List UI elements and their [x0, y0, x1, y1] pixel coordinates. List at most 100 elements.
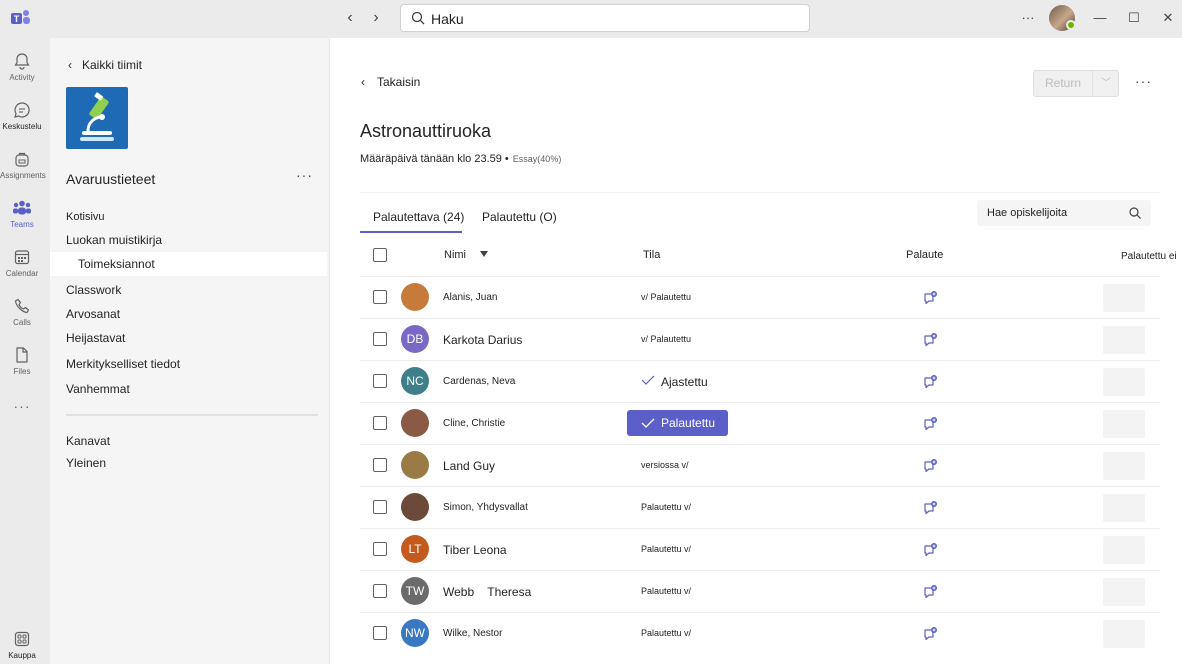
feedback-button[interactable]	[922, 542, 938, 561]
global-search[interactable]	[400, 4, 810, 32]
row-checkbox[interactable]	[373, 458, 387, 472]
row-checkbox[interactable]	[373, 584, 387, 598]
table-row[interactable]: NW Wilke, Nestor Palautettu v/	[360, 612, 1160, 654]
more-options-icon[interactable]: ···	[1018, 9, 1038, 27]
feedback-button[interactable]	[922, 332, 938, 351]
rail-item-calls[interactable]: Calls	[0, 291, 44, 339]
row-checkbox[interactable]	[373, 500, 387, 514]
rail-item-store[interactable]: Kauppa	[0, 624, 44, 664]
channel-item-grades[interactable]: Arvosanat	[50, 302, 327, 326]
student-search[interactable]	[977, 200, 1151, 226]
return-button[interactable]: Return ﹀	[1033, 70, 1119, 97]
table-row[interactable]: Simon, Yhdysvallat Palautettu v/	[360, 486, 1160, 528]
points-field[interactable]	[1103, 578, 1145, 606]
points-field[interactable]	[1103, 368, 1145, 396]
points-field[interactable]	[1103, 410, 1145, 438]
status-label: Palautettu	[661, 416, 716, 430]
minimize-icon[interactable]: —	[1090, 9, 1110, 27]
student-name[interactable]: Land Guy	[443, 459, 495, 473]
maximize-icon[interactable]: ☐	[1124, 9, 1144, 27]
feedback-button[interactable]	[922, 626, 938, 645]
feedback-icon	[924, 333, 937, 347]
student-name[interactable]: Tiber Leona	[443, 543, 507, 557]
rail-item-calendar[interactable]: Calendar	[0, 242, 44, 290]
student-avatar: TW	[401, 577, 429, 605]
forward-arrow-icon[interactable]: ›	[366, 9, 386, 27]
channel-item-home[interactable]: Kotisivu	[50, 205, 327, 229]
row-checkbox[interactable]	[373, 416, 387, 430]
points-field[interactable]	[1103, 326, 1145, 354]
row-checkbox[interactable]	[373, 290, 387, 304]
student-name[interactable]: Wilke, Nestor	[443, 628, 502, 639]
student-name[interactable]: Cardenas, Neva	[443, 376, 515, 387]
table-row[interactable]: TW Webb Theresa Palautettu v/	[360, 570, 1160, 612]
team-pane: ‹ Kaikki tiimit Avaruustieteet ··· Kotisi…	[50, 38, 330, 664]
student-search-input[interactable]	[987, 204, 1127, 222]
team-more-options-icon[interactable]: ···	[296, 167, 313, 183]
points-field[interactable]	[1103, 284, 1145, 312]
tab-returned[interactable]: Palautettu (O)	[482, 210, 557, 224]
tab-to-return[interactable]: Palautettava (24)	[373, 210, 464, 224]
rail-item-files[interactable]: Files	[0, 340, 44, 388]
channel-item-parents[interactable]: Vanhemmat	[50, 377, 327, 401]
rail-item-assignments[interactable]: Assignments	[0, 144, 46, 192]
feedback-button[interactable]	[922, 374, 938, 393]
channel-item-classwork[interactable]: Classwork	[50, 278, 327, 302]
chevron-down-icon[interactable]: ﹀	[1093, 71, 1119, 96]
points-field[interactable]	[1103, 494, 1145, 522]
feedback-button[interactable]	[922, 458, 938, 477]
feedback-button[interactable]	[922, 416, 938, 435]
row-checkbox[interactable]	[373, 542, 387, 556]
rail-label: Teams	[10, 220, 34, 229]
table-row[interactable]: DB Karkota Darius v/ Palautettu	[360, 318, 1160, 360]
table-row[interactable]: NC Cardenas, Neva Ajastettu	[360, 360, 1160, 402]
channel-item-reflect[interactable]: Heijastavat	[50, 326, 327, 350]
back-to-all-teams[interactable]: ‹ Kaikki tiimit	[68, 58, 142, 72]
row-checkbox[interactable]	[373, 626, 387, 640]
rail-item-chat[interactable]: Keskustelu	[0, 95, 44, 143]
category-tag: Essay(40%)	[512, 154, 562, 164]
row-checkbox[interactable]	[373, 332, 387, 346]
rail-item-teams[interactable]: Teams	[0, 193, 44, 241]
status-returned-button[interactable]: Palautettu	[627, 410, 728, 436]
feedback-icon	[924, 459, 937, 473]
assignment-title: Astronauttiruoka	[360, 121, 492, 141]
student-name[interactable]: Karkota Darius	[443, 333, 522, 347]
rail-item-activity[interactable]: Activity	[0, 46, 44, 94]
search-input[interactable]	[431, 10, 801, 28]
sort-down-icon[interactable]	[480, 251, 488, 257]
points-field[interactable]	[1103, 452, 1145, 480]
student-name[interactable]: Simon, Yhdysvallat	[443, 502, 528, 513]
back-arrow-icon[interactable]: ‹	[340, 9, 360, 27]
feedback-button[interactable]	[922, 500, 938, 519]
table-row[interactable]: Cline, Christie Palautettu	[360, 402, 1160, 444]
row-checkbox[interactable]	[373, 374, 387, 388]
student-name[interactable]: Cline, Christie	[443, 418, 505, 429]
teams-icon	[13, 200, 31, 215]
table-row[interactable]: LT Tiber Leona Palautettu v/	[360, 528, 1160, 570]
table-row[interactable]: Alanis, Juan v/ Palautettu	[360, 276, 1160, 318]
channel-item-assignments[interactable]: Toimeksiannot	[50, 252, 327, 276]
teams-logo-icon[interactable]: T	[10, 7, 32, 29]
student-name[interactable]: Alanis, Juan	[443, 292, 497, 303]
select-all-checkbox[interactable]	[373, 248, 387, 262]
student-name[interactable]: Webb Theresa	[443, 585, 531, 599]
table-row[interactable]: Land Guy versiossa v/	[360, 444, 1160, 486]
back-to-all-teams-label: Kaikki tiimit	[82, 58, 143, 72]
channel-item-insights[interactable]: Merkitykselliset tiedot	[50, 352, 327, 376]
column-header-name[interactable]: Nimi	[444, 249, 466, 261]
rail-more-icon[interactable]: ···	[0, 398, 44, 424]
back-button[interactable]: ‹ Takaisin	[361, 75, 420, 89]
section-channels[interactable]: Kanavat	[50, 429, 327, 453]
channel-item-general[interactable]: Yleinen	[50, 451, 327, 475]
feedback-button[interactable]	[922, 584, 938, 603]
feedback-icon	[924, 627, 937, 641]
more-options-icon[interactable]: ···	[1135, 73, 1152, 89]
feedback-button[interactable]	[922, 290, 938, 309]
status-label: v/ Palautettu	[641, 292, 692, 302]
points-field[interactable]	[1103, 620, 1145, 648]
close-icon[interactable]: ✕	[1158, 9, 1178, 27]
channel-item-class-notebook[interactable]: Luokan muistikirja	[50, 228, 327, 252]
points-field[interactable]	[1103, 536, 1145, 564]
student-avatar	[401, 451, 429, 479]
